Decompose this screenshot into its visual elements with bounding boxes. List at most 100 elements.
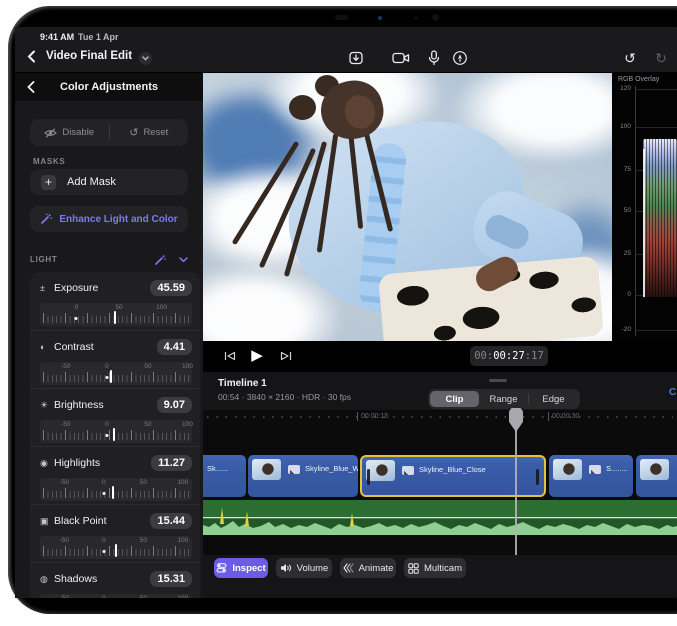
disable-button[interactable]: Disable xyxy=(30,119,109,146)
multicam-button[interactable]: Multicam xyxy=(404,558,466,578)
origin-dot xyxy=(75,317,78,320)
inspect-button[interactable]: Inspect xyxy=(214,558,268,578)
scale-label: 0 xyxy=(105,421,109,428)
disable-label: Disable xyxy=(62,127,94,138)
clip[interactable]: Sk...... xyxy=(203,455,246,497)
contrast-slider[interactable]: -50 0 50 100 xyxy=(40,362,192,385)
scale-label: 50 xyxy=(140,537,147,544)
person-figure xyxy=(203,73,612,341)
panel-drag-handle[interactable] xyxy=(489,379,507,382)
auto-enhance-icon[interactable] xyxy=(154,254,166,266)
clip[interactable]: Skyline_Blue_Wide xyxy=(248,455,358,497)
reset-label: Reset xyxy=(143,127,168,138)
clip[interactable] xyxy=(636,455,677,497)
contrast-icon: ◐ xyxy=(40,342,54,352)
project-menu-chevron-icon[interactable] xyxy=(139,52,152,65)
scale-label: 50 xyxy=(144,421,151,428)
tool-label: Volume xyxy=(297,563,329,574)
shadows-slider[interactable]: -50 0 50 100 xyxy=(40,594,192,598)
brightness-icon: ☀ xyxy=(40,400,54,411)
reset-icon: ↺ xyxy=(129,126,138,139)
slider-label: Exposure xyxy=(54,282,98,294)
highlights-slider[interactable]: -50 0 50 100 xyxy=(40,478,192,501)
clip-thumbnail xyxy=(640,459,669,480)
slider-row-black-point: ▣ Black Point 15.44 -50 0 50 100 xyxy=(30,504,200,562)
scale-label: -50 xyxy=(61,421,70,428)
add-mask-label: Add Mask xyxy=(67,176,116,188)
light-sliders-card: ± Exposure 45.59 0 50 100 xyxy=(30,272,200,598)
tool-label: Inspect xyxy=(232,563,265,574)
mode-range[interactable]: Range xyxy=(479,391,528,407)
panel-back-chevron-icon[interactable] xyxy=(27,81,35,93)
brightness-slider[interactable]: -50 0 50 100 xyxy=(40,420,192,443)
rgb-overlay-scope: RGB Overlay 120 100 75 50 25 0 -20 xyxy=(612,73,677,341)
light-section-header: LIGHT xyxy=(30,253,188,266)
trim-handle-left[interactable] xyxy=(367,469,370,485)
microphone-icon[interactable] xyxy=(425,49,443,67)
magic-wand-icon xyxy=(40,213,52,225)
volume-button[interactable]: Volume xyxy=(276,558,332,578)
scale-label: 50 xyxy=(140,479,147,486)
trim-handle-right[interactable] xyxy=(536,469,539,485)
previous-frame-icon[interactable] xyxy=(221,348,239,364)
undo-icon[interactable]: ↺ xyxy=(621,49,639,67)
reset-button[interactable]: ↺ Reset xyxy=(110,119,189,146)
scale-label: 0 xyxy=(75,304,79,311)
value-indicator[interactable] xyxy=(113,428,115,441)
slider-value[interactable]: 45.59 xyxy=(150,280,192,296)
inspect-icon xyxy=(216,563,227,573)
playhead-line[interactable] xyxy=(515,430,517,555)
clip-label: Skyline_Blue_Wide xyxy=(305,464,358,473)
plus-icon: + xyxy=(41,175,56,190)
highlights-icon: ◉ xyxy=(40,458,54,469)
photo-icon xyxy=(402,466,414,475)
color-adjustments-panel: Color Adjustments Disable ↺ Reset MASKS xyxy=(15,73,203,598)
slider-value[interactable]: 9.07 xyxy=(157,397,192,413)
chevron-down-icon[interactable] xyxy=(179,257,188,263)
timecode-frames: :17 xyxy=(525,350,544,362)
clip-selected[interactable]: Skyline_Blue_Close xyxy=(360,455,546,497)
viewer-canvas[interactable] xyxy=(203,73,612,341)
cutoff-button[interactable]: C xyxy=(669,387,677,399)
ruler-ticks xyxy=(207,416,673,418)
scope-tick: 25 xyxy=(612,250,631,257)
timecode-hours: 00: xyxy=(474,350,493,362)
camera-icon[interactable] xyxy=(392,49,410,67)
value-indicator[interactable] xyxy=(112,486,114,499)
exposure-slider[interactable]: 0 50 100 xyxy=(40,303,192,326)
project-title[interactable]: Video Final Edit xyxy=(46,50,132,62)
value-indicator[interactable] xyxy=(110,370,112,383)
gridline xyxy=(635,127,677,128)
animate-button[interactable]: Animate xyxy=(340,558,396,578)
value-indicator[interactable] xyxy=(115,544,117,557)
slider-row-shadows: ◍ Shadows 15.31 -50 0 50 100 xyxy=(30,562,200,598)
slider-row-contrast: ◐ Contrast 4.41 -50 0 50 100 xyxy=(30,330,200,388)
slider-value[interactable]: 11.27 xyxy=(151,455,192,471)
next-frame-icon[interactable] xyxy=(277,348,295,364)
slider-value[interactable]: 4.41 xyxy=(157,339,192,355)
exposure-icon: ± xyxy=(40,283,54,293)
scope-tick: -20 xyxy=(612,326,631,333)
back-chevron-icon[interactable] xyxy=(27,50,36,63)
clip[interactable]: S........ xyxy=(549,455,633,497)
play-button[interactable]: ▶ xyxy=(248,348,266,364)
timecode-display[interactable]: 00:00:27:17 xyxy=(470,346,548,366)
enhance-light-color-button[interactable]: Enhance Light and Color xyxy=(30,206,188,232)
status-time: 9:41 AM xyxy=(40,32,74,42)
scale-label: -50 xyxy=(60,479,69,486)
import-media-icon[interactable] xyxy=(347,49,365,67)
add-mask-button[interactable]: + Add Mask xyxy=(30,169,188,195)
mode-clip[interactable]: Clip xyxy=(430,391,479,407)
panel-header: Color Adjustments xyxy=(15,73,203,101)
black-point-slider[interactable]: -50 0 50 100 xyxy=(40,536,192,559)
scope-tick: 120 xyxy=(612,85,631,92)
slider-value[interactable]: 15.44 xyxy=(150,513,192,529)
slider-value[interactable]: 15.31 xyxy=(150,571,192,587)
value-indicator[interactable] xyxy=(114,311,116,324)
scale-label: 0 xyxy=(102,479,106,486)
clip-label: Sk...... xyxy=(207,464,228,473)
panel-title: Color Adjustments xyxy=(15,81,203,93)
live-drawing-icon[interactable] xyxy=(451,49,469,67)
audio-track[interactable] xyxy=(203,500,677,535)
mode-edge[interactable]: Edge xyxy=(529,391,578,407)
